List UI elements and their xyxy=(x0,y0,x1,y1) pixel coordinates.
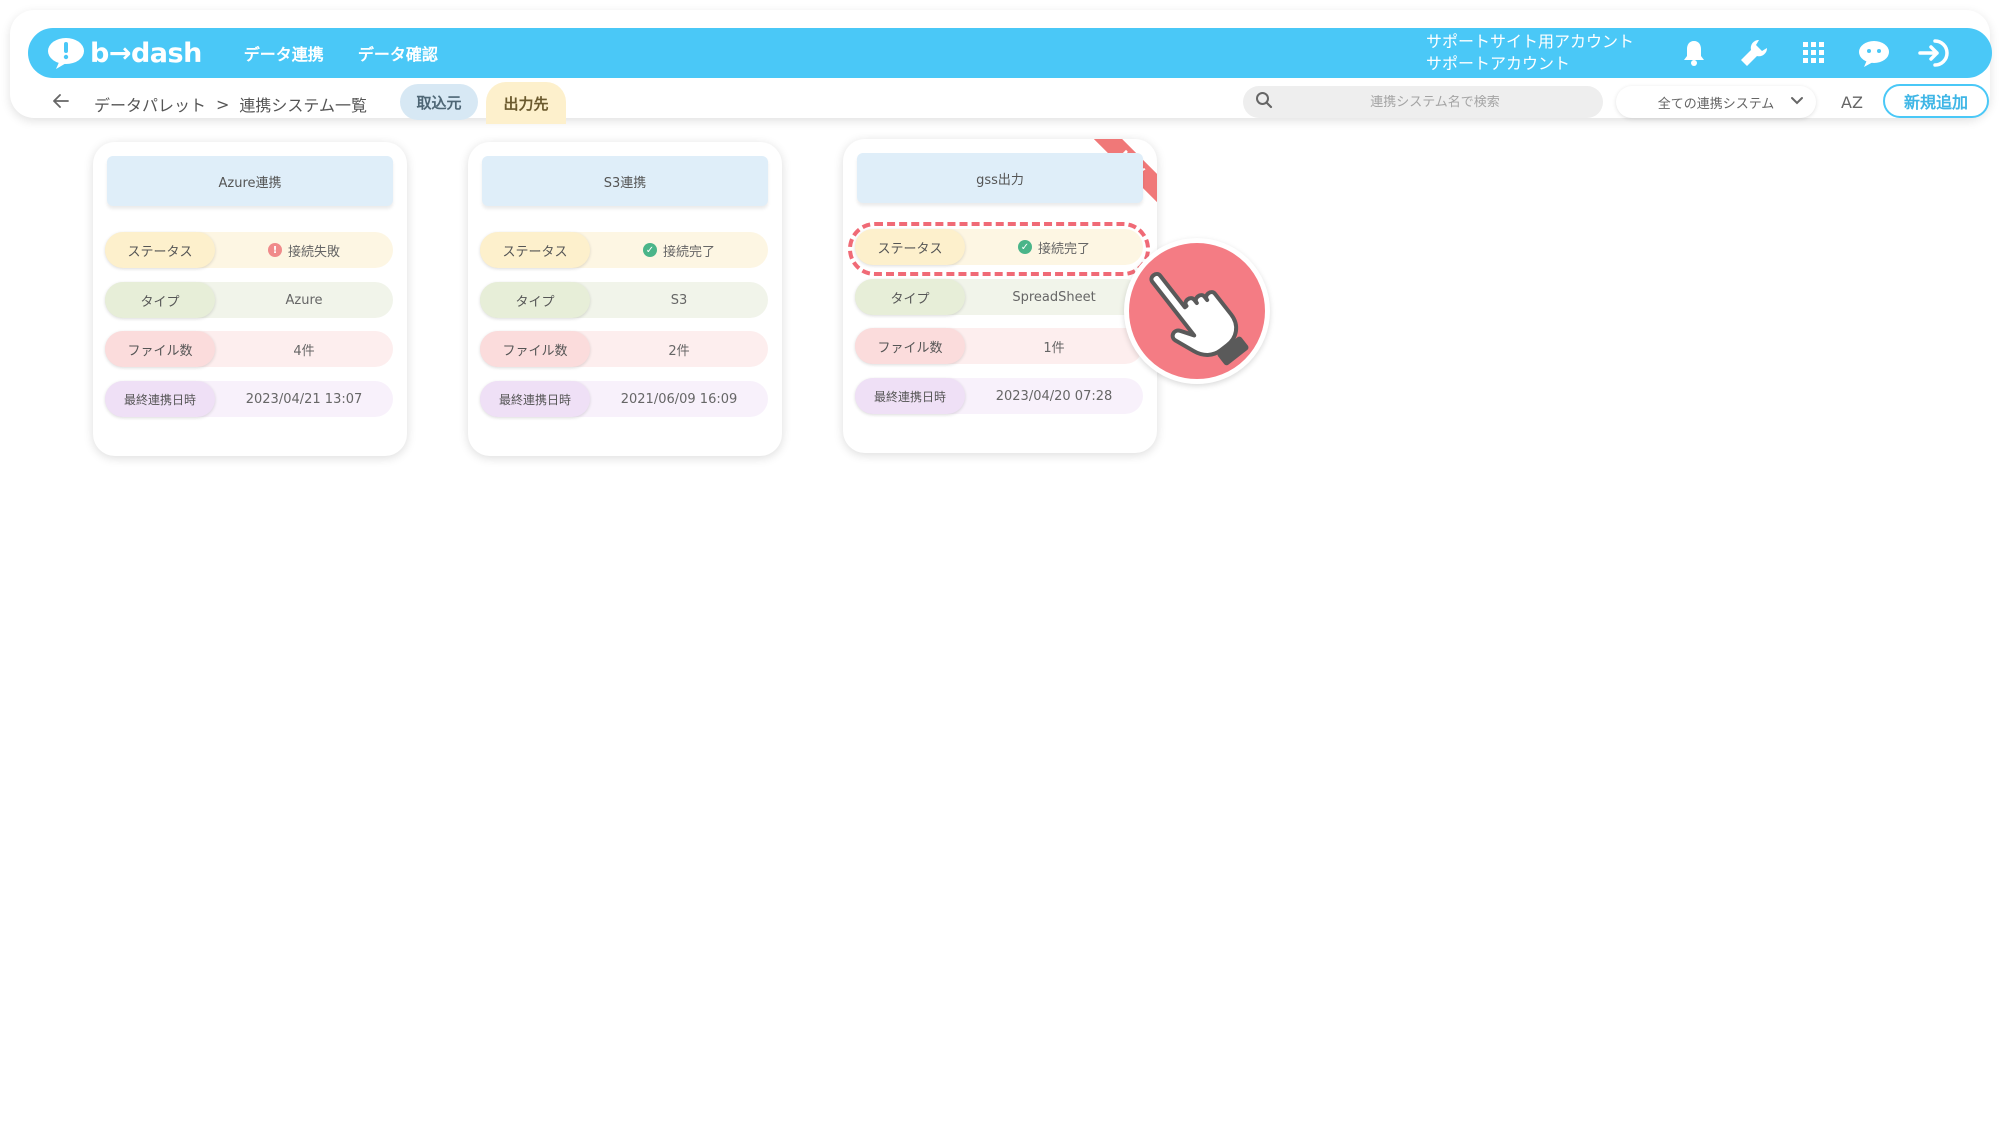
search-icon xyxy=(1255,91,1273,113)
breadcrumb-current: 連携システム一覧 xyxy=(239,96,367,115)
file-count-row: ファイル数 2件 xyxy=(480,331,768,367)
status-row: ステータス ✓ 接続完了 xyxy=(480,232,768,268)
file-count-value: 1件 xyxy=(1043,340,1065,356)
last-sync-value: 2021/06/09 16:09 xyxy=(620,391,738,407)
hand-pointer-icon xyxy=(1124,238,1270,384)
add-new-button[interactable]: 新規追加 xyxy=(1883,84,1989,118)
breadcrumb-separator: > xyxy=(216,94,230,114)
last-sync-row: 最終連携日時 2023/04/20 07:28 xyxy=(855,378,1143,414)
system-card[interactable]: NEW gss出力 ステータス ✓接続完了 タイプ SpreadSheet ファ… xyxy=(843,139,1157,453)
top-nav-bar: b→dash データ連携 データ確認 サポートサイト用アカウント サポートアカウ… xyxy=(28,28,1992,78)
breadcrumb-root[interactable]: データパレット xyxy=(94,92,206,116)
back-arrow-icon[interactable] xyxy=(44,84,78,118)
error-icon: ! xyxy=(267,243,282,257)
apps-grid-icon[interactable] xyxy=(1784,31,1844,75)
card-title: S3連携 xyxy=(482,156,768,206)
status-value: 接続完了 xyxy=(1037,241,1090,257)
system-card[interactable]: Azure連携 ステータス ! 接続失敗 タイプ Azure ファイル数 4件 最… xyxy=(93,142,407,456)
last-sync-value: 2023/04/20 07:28 xyxy=(995,388,1113,404)
status-label: ステータス xyxy=(105,232,215,268)
card-title: gss出力 xyxy=(857,153,1143,203)
type-label: タイプ xyxy=(480,282,590,318)
logo[interactable]: b→dash xyxy=(46,36,202,70)
chat-bot-icon[interactable] xyxy=(1844,31,1904,75)
account-user: サポートアカウント xyxy=(1425,54,1570,73)
status-value: 接続失敗 xyxy=(287,244,340,260)
tab-export-destination[interactable]: 出力先 xyxy=(486,82,566,124)
file-count-row: ファイル数 4件 xyxy=(105,331,393,367)
type-label: タイプ xyxy=(855,279,965,315)
type-label: タイプ xyxy=(105,282,215,318)
bell-icon[interactable] xyxy=(1664,31,1724,75)
logo-speech-bubble-icon xyxy=(46,36,86,70)
sort-az-button[interactable]: AZ xyxy=(1836,88,1868,116)
file-count-label: ファイル数 xyxy=(480,331,590,367)
nav-data-check[interactable]: データ確認 xyxy=(358,41,438,65)
card-title: Azure連携 xyxy=(107,156,393,206)
logo-text: b→dash xyxy=(90,37,202,69)
file-count-label: ファイル数 xyxy=(855,328,965,364)
type-value: SpreadSheet xyxy=(1012,289,1096,305)
filter-value: 全ての連携システム xyxy=(1657,96,1775,112)
wrench-icon[interactable] xyxy=(1724,31,1784,75)
search-input[interactable] xyxy=(1285,94,1585,110)
last-sync-value: 2023/04/21 13:07 xyxy=(245,391,363,407)
account-info[interactable]: サポートサイト用アカウント サポートアカウント xyxy=(1426,31,1634,75)
type-value: S3 xyxy=(670,292,688,308)
last-sync-label: 最終連携日時 xyxy=(105,381,215,417)
app-header: b→dash データ連携 データ確認 サポートサイト用アカウント サポートアカウ… xyxy=(10,10,1992,124)
file-count-value: 4件 xyxy=(293,343,315,359)
account-name: サポートサイト用アカウント xyxy=(1425,32,1634,51)
toolbar: データパレット > 連携システム一覧 取込元 出力先 全ての連携システム AZ … xyxy=(28,80,1992,124)
file-count-value: 2件 xyxy=(668,343,690,359)
logout-icon[interactable] xyxy=(1904,31,1964,75)
last-sync-row: 最終連携日時 2023/04/21 13:07 xyxy=(105,381,393,417)
file-count-row: ファイル数 1件 xyxy=(855,328,1143,364)
file-count-label: ファイル数 xyxy=(105,331,215,367)
tab-import-source[interactable]: 取込元 xyxy=(400,84,478,120)
system-card[interactable]: S3連携 ステータス ✓ 接続完了 タイプ S3 ファイル数 2件 最終連携日時 … xyxy=(468,142,782,456)
nav-data-integration[interactable]: データ連携 xyxy=(244,41,324,65)
last-sync-label: 最終連携日時 xyxy=(855,378,965,414)
last-sync-row: 最終連携日時 2021/06/09 16:09 xyxy=(480,381,768,417)
check-circle-icon: ✓ xyxy=(642,243,657,257)
type-row: タイプ S3 xyxy=(480,282,768,318)
status-label: ステータス xyxy=(855,229,965,265)
status-row: ステータス ✓ 接続完了 xyxy=(855,229,1143,265)
type-row: タイプ SpreadSheet xyxy=(855,279,1143,315)
search-box xyxy=(1243,86,1603,118)
status-row: ステータス ! 接続失敗 xyxy=(105,232,393,268)
last-sync-label: 最終連携日時 xyxy=(480,381,590,417)
status-value: 接続完了 xyxy=(662,244,715,260)
type-row: タイプ Azure xyxy=(105,282,393,318)
system-filter-select[interactable]: 全ての連携システム xyxy=(1616,86,1816,118)
chevron-down-icon xyxy=(1790,95,1804,110)
check-circle-icon: ✓ xyxy=(1017,240,1032,254)
breadcrumb: データパレット > 連携システム一覧 xyxy=(94,92,367,116)
type-value: Azure xyxy=(285,292,323,308)
status-label: ステータス xyxy=(480,232,590,268)
